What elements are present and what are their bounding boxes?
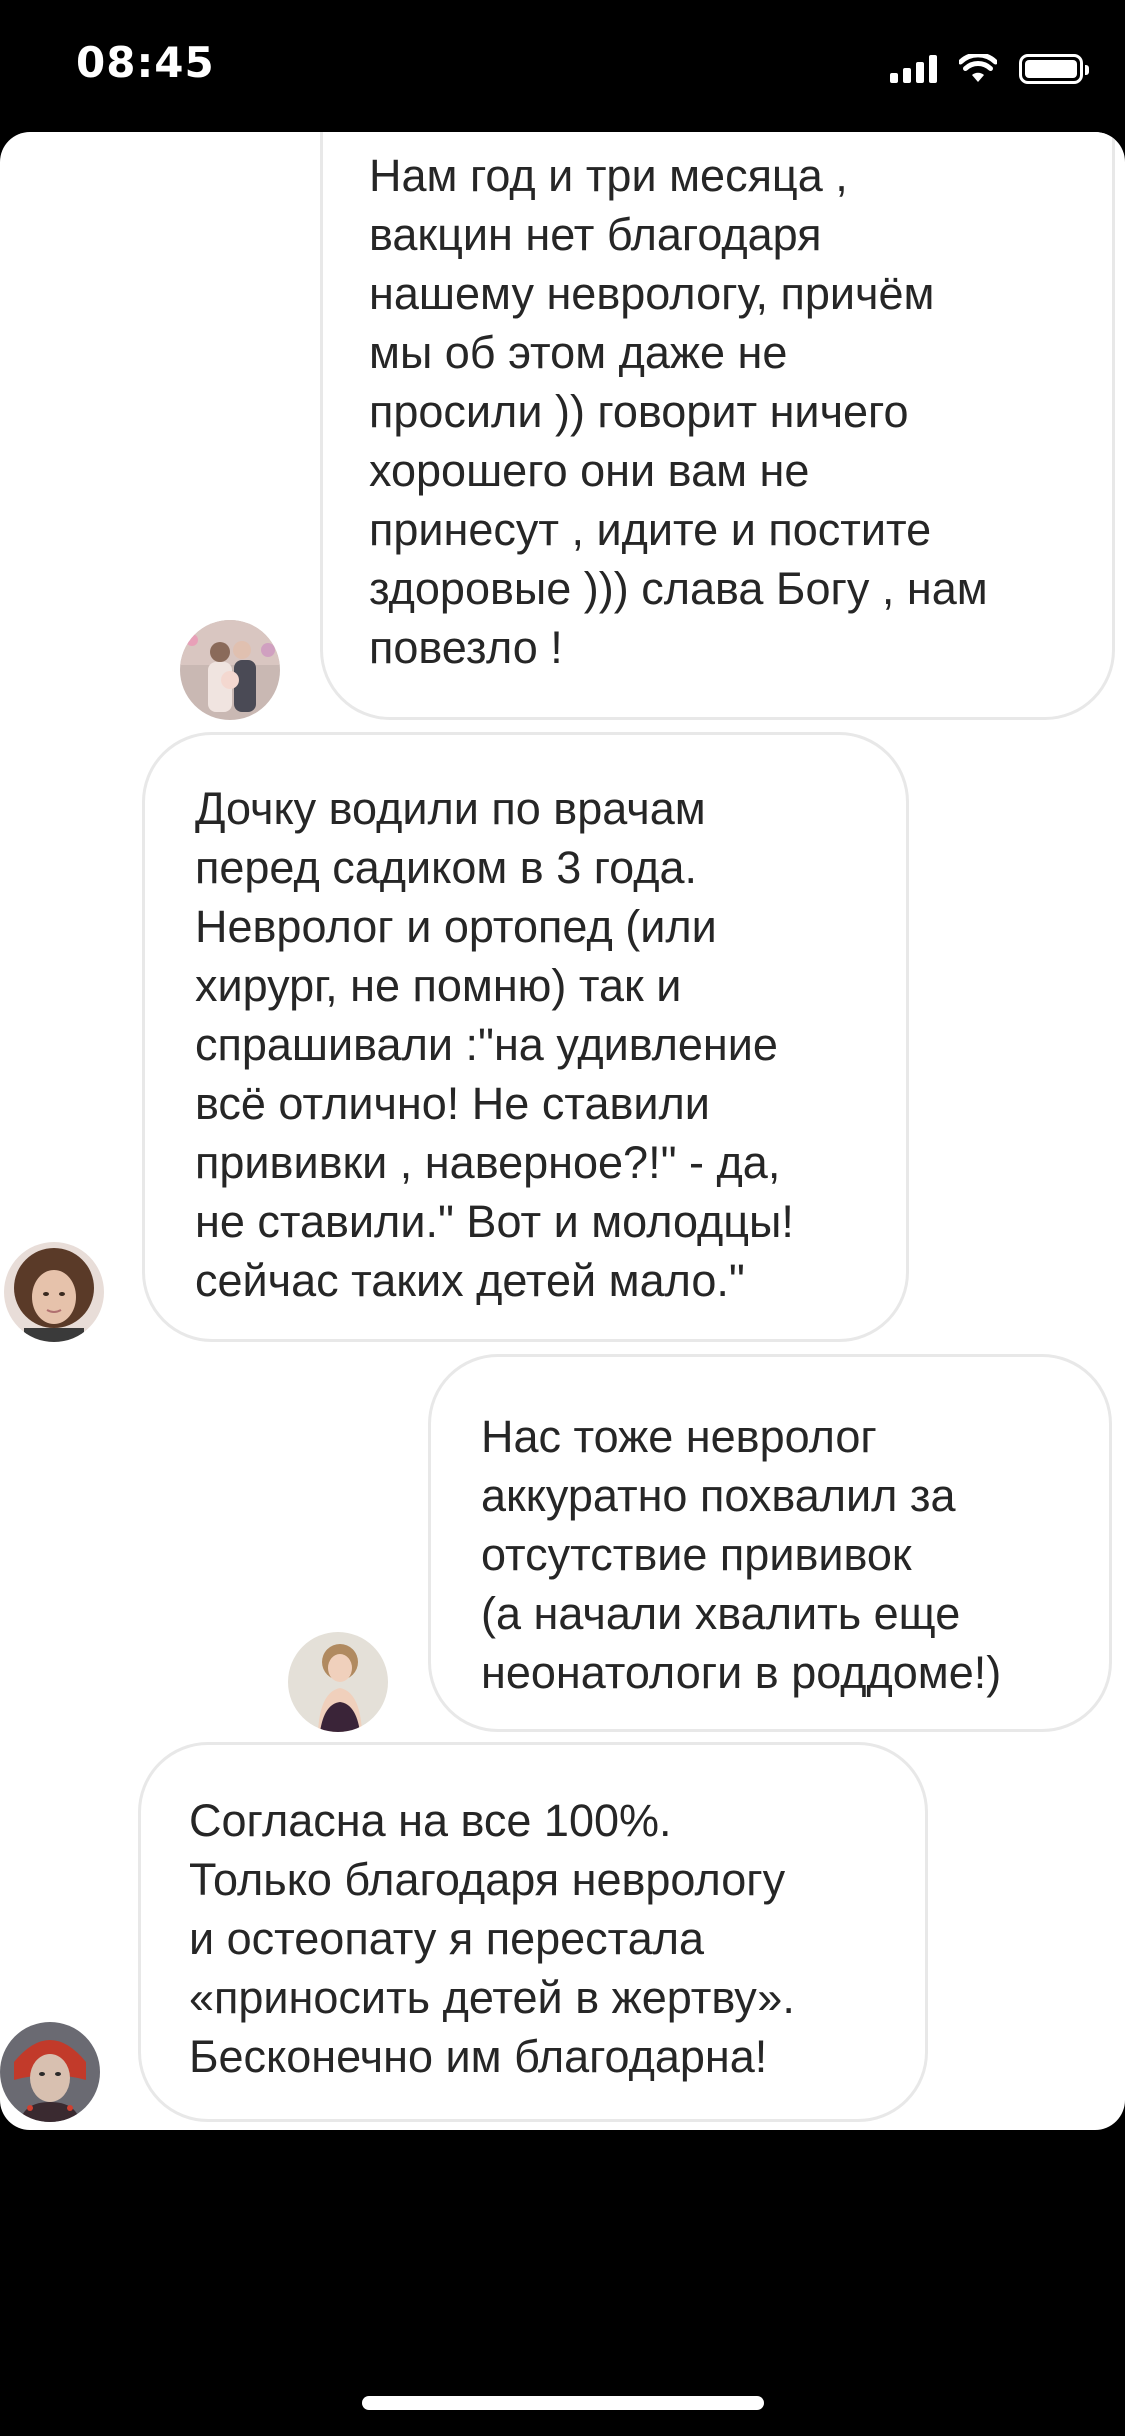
message-bubble-outgoing[interactable]: Нам год и три месяца , вакцин нет благод…: [320, 132, 1115, 720]
home-indicator[interactable]: [362, 2396, 764, 2410]
wifi-icon: [959, 54, 997, 82]
avatar-photo-icon: [0, 2022, 100, 2122]
message-text: Согласна на все 100%. Только благодаря н…: [189, 1795, 795, 2082]
chat-thread: Нам год и три месяца , вакцин нет благод…: [0, 132, 1125, 2130]
avatar[interactable]: [4, 1242, 104, 1342]
message-bubble-incoming[interactable]: Дочку водили по врачам перед садиком в 3…: [142, 732, 909, 1342]
avatar-photo-icon: [180, 620, 280, 720]
message-text: Нас тоже невролог аккуратно похвалил за …: [481, 1411, 1002, 1698]
status-time: 08:45: [76, 38, 215, 87]
status-icons: [890, 52, 1089, 86]
avatar[interactable]: [288, 1632, 388, 1732]
message-bubble-outgoing[interactable]: Нас тоже невролог аккуратно похвалил за …: [428, 1354, 1112, 1732]
status-bar: 08:45: [0, 0, 1125, 130]
cellular-signal-icon: [890, 55, 937, 83]
avatar-photo-icon: [288, 1632, 388, 1732]
avatar-photo-icon: [4, 1242, 104, 1342]
message-bubble-incoming[interactable]: Согласна на все 100%. Только благодаря н…: [138, 1742, 928, 2122]
message-text: Дочку водили по врачам перед садиком в 3…: [195, 783, 794, 1306]
message-text: Нам год и три месяца , вакцин нет благод…: [369, 150, 988, 673]
avatar[interactable]: [0, 2022, 100, 2122]
avatar[interactable]: [180, 620, 280, 720]
battery-icon: [1019, 54, 1089, 84]
